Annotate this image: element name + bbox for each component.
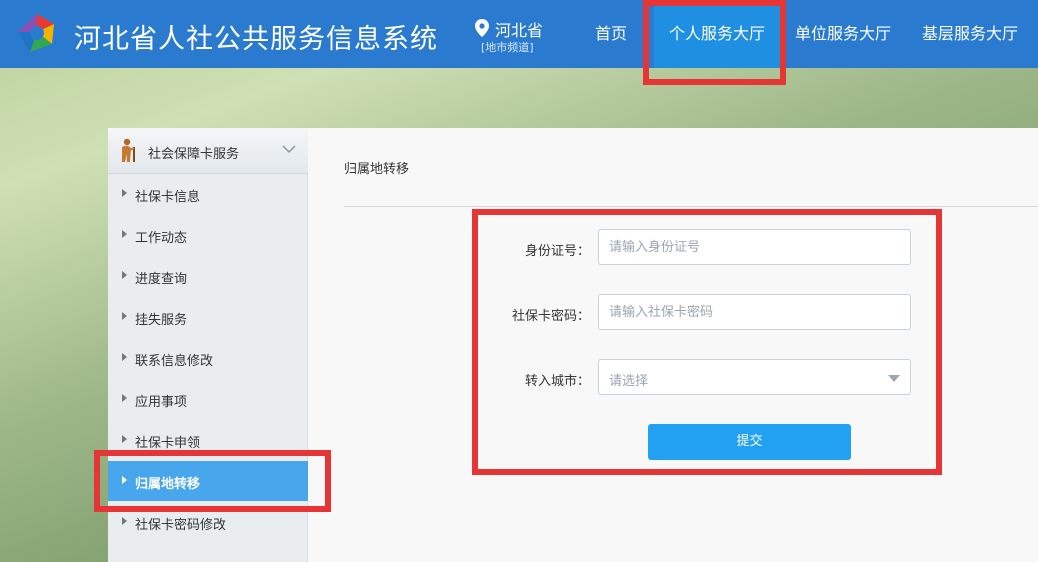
sidebar-item-contact-update[interactable]: 联系信息修改 xyxy=(108,338,308,378)
caret-right-icon xyxy=(122,353,127,361)
sidebar-section-title: 社会保障卡服务 xyxy=(148,147,240,162)
caret-right-icon xyxy=(122,271,127,279)
sidebar-item-label: 社保卡申领 xyxy=(135,436,201,451)
caret-right-icon xyxy=(122,312,127,320)
nav-personal-service-hall[interactable]: 个人服务大厅 xyxy=(654,0,780,68)
caret-right-icon xyxy=(122,394,127,402)
sidebar-item-label: 社保卡信息 xyxy=(135,190,201,205)
sidebar-item-label: 社保卡密码修改 xyxy=(135,518,227,533)
province-name: 河北省 xyxy=(495,21,544,40)
caret-right-icon xyxy=(122,435,127,443)
elderly-person-icon xyxy=(122,138,135,162)
caret-right-icon xyxy=(122,476,127,484)
page-title: 归属地转移 xyxy=(344,162,410,177)
sidebar-item-label: 联系信息修改 xyxy=(135,354,214,369)
sidebar-item-label: 工作动态 xyxy=(135,231,188,246)
sidebar-item-work-news[interactable]: 工作动态 xyxy=(108,215,308,255)
sidebar-item-label: 应用事项 xyxy=(135,395,188,410)
chevron-down-icon[interactable] xyxy=(282,144,296,154)
dropdown-arrow-icon xyxy=(888,375,900,382)
destination-city-label: 转入城市： xyxy=(524,374,590,389)
sidebar-item-progress-query[interactable]: 进度查询 xyxy=(108,256,308,296)
sidebar-item-label: 进度查询 xyxy=(135,272,188,287)
site-title: 河北省人社公共服务信息系统 xyxy=(74,24,438,55)
caret-right-icon xyxy=(122,189,127,197)
sidebar-item-card-info[interactable]: 社保卡信息 xyxy=(108,174,308,214)
sidebar-item-password-change[interactable]: 社保卡密码修改 xyxy=(108,502,308,542)
nav-home[interactable]: 首页 xyxy=(580,0,642,68)
main-content: 归属地转移 身份证号： 社保卡密码： 转入城市： 请选择 提交 xyxy=(308,128,1038,562)
sidebar-item-report-loss[interactable]: 挂失服务 xyxy=(108,297,308,337)
caret-right-icon xyxy=(122,517,127,525)
location-pin-icon xyxy=(475,19,489,37)
id-number-label: 身份证号： xyxy=(524,244,590,259)
nav-employer-service-hall[interactable]: 单位服务大厅 xyxy=(783,0,903,68)
id-number-input[interactable] xyxy=(598,229,911,265)
submit-button[interactable]: 提交 xyxy=(648,424,851,460)
sidebar-section-header[interactable]: 社会保障卡服务 xyxy=(108,128,308,174)
nav-grassroots-service-hall[interactable]: 基层服务大厅 xyxy=(910,0,1030,68)
card-password-label: 社保卡密码： xyxy=(511,309,590,324)
divider xyxy=(344,206,1038,207)
sidebar-item-card-apply[interactable]: 社保卡申领 xyxy=(108,420,308,460)
sidebar-menu: 社会保障卡服务 社保卡信息 工作动态 进度查询 挂失服务 联系信息修改 应用事项… xyxy=(108,128,308,562)
select-placeholder: 请选择 xyxy=(609,374,649,389)
sidebar-item-label: 归属地转移 xyxy=(135,477,201,492)
city-channel-link[interactable]: [地市频道] xyxy=(481,39,534,55)
destination-city-select[interactable]: 请选择 xyxy=(598,359,911,395)
caret-right-icon xyxy=(122,230,127,238)
site-logo-icon xyxy=(18,14,54,52)
top-header: 河北省人社公共服务信息系统 河北省 [地市频道] 首页 个人服务大厅 单位服务大… xyxy=(0,0,1038,68)
sidebar-item-applications[interactable]: 应用事项 xyxy=(108,379,308,419)
sidebar-item-label: 挂失服务 xyxy=(135,313,188,328)
card-password-input[interactable] xyxy=(598,294,911,330)
sidebar-item-residence-transfer[interactable]: 归属地转移 xyxy=(108,461,308,501)
